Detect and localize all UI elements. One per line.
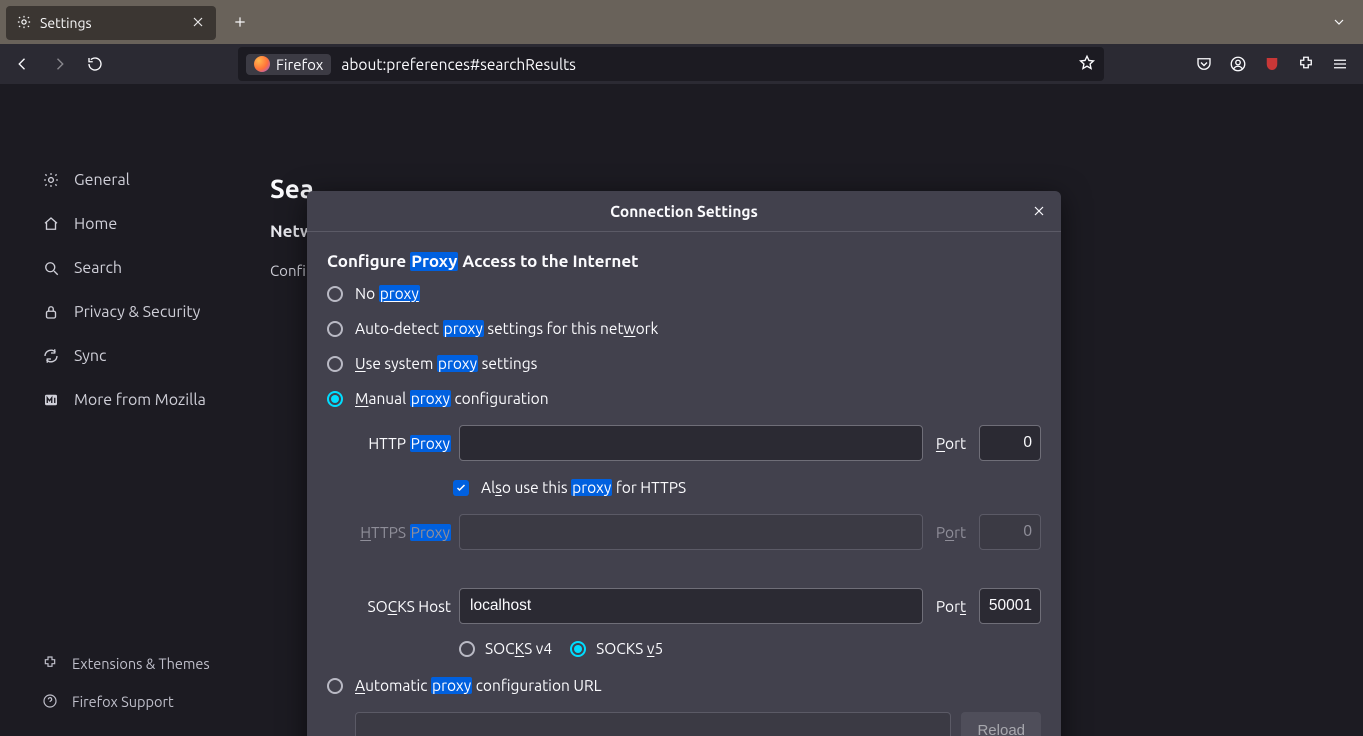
proxy-option-label: No proxy: [355, 285, 420, 302]
radio-selected-icon: [570, 641, 586, 657]
ublock-icon[interactable]: [1255, 48, 1289, 80]
url-text: about:preferences#searchResults: [341, 56, 576, 73]
preferences-page: General Home Search Privacy & Security S…: [0, 84, 1363, 736]
sidebar-item-label: More from Mozilla: [74, 391, 206, 409]
proxy-option-label: Auto-detect proxy settings for this netw…: [355, 320, 658, 337]
dialog-title-bar: Connection Settings: [307, 191, 1061, 232]
radio-icon: [459, 641, 475, 657]
proxy-option-system[interactable]: Use system proxy settings: [327, 355, 1041, 372]
tab-close-icon[interactable]: [190, 14, 206, 33]
proxy-option-none[interactable]: No proxy: [327, 285, 1041, 302]
sidebar-item-label: Sync: [74, 347, 106, 365]
radio-selected-icon: [327, 391, 343, 407]
socks-v4-option[interactable]: SOCKS v4: [459, 640, 552, 657]
https-proxy-input: [459, 514, 923, 550]
preferences-sidebar-footer: Extensions & Themes Firefox Support: [38, 644, 278, 720]
also-use-https-label: Also use this proxy for HTTPS: [481, 479, 686, 496]
sidebar-item-label: Privacy & Security: [74, 303, 200, 321]
firefox-logo-icon: [254, 56, 270, 72]
dialog-section-title: Configure Proxy Access to the Internet: [327, 252, 1041, 271]
app-menu-icon[interactable]: [1323, 48, 1357, 80]
socks-port-input[interactable]: [979, 588, 1041, 624]
pac-url-input: [355, 712, 951, 736]
sidebar-item-more-mozilla[interactable]: More from Mozilla: [38, 378, 258, 422]
socks-host-input[interactable]: [459, 588, 923, 624]
back-button[interactable]: [6, 48, 40, 80]
bookmark-star-icon[interactable]: [1078, 54, 1096, 75]
http-proxy-label: HTTP Proxy: [341, 435, 453, 452]
gear-icon: [16, 14, 32, 33]
http-port-label: Port: [929, 435, 973, 452]
proxy-option-autodetect[interactable]: Auto-detect proxy settings for this netw…: [327, 320, 1041, 337]
proxy-option-label: Manual proxy configuration: [355, 390, 549, 407]
sidebar-item-label: Firefox Support: [72, 693, 174, 710]
tab-strip: Settings: [0, 0, 1363, 44]
proxy-option-manual[interactable]: Manual proxy configuration: [327, 390, 1041, 407]
socks-v5-option[interactable]: SOCKS v5: [570, 640, 663, 657]
https-port-label: Port: [929, 524, 973, 541]
new-tab-button[interactable]: [224, 6, 256, 38]
sidebar-item-sync[interactable]: Sync: [38, 334, 258, 378]
manual-proxy-form: HTTP Proxy Port Also use this proxy for …: [341, 425, 1041, 657]
sidebar-item-search[interactable]: Search: [38, 246, 258, 290]
http-port-input[interactable]: [979, 425, 1041, 461]
proxy-option-label: Use system proxy settings: [355, 355, 537, 372]
tab-title: Settings: [40, 15, 190, 31]
sidebar-item-privacy[interactable]: Privacy & Security: [38, 290, 258, 334]
dialog-title: Connection Settings: [610, 203, 758, 220]
sidebar-item-extensions[interactable]: Extensions & Themes: [38, 644, 278, 682]
reload-button[interactable]: [78, 48, 112, 80]
sidebar-item-general[interactable]: General: [38, 158, 258, 202]
preferences-sidebar: General Home Search Privacy & Security S…: [38, 158, 258, 422]
page-section-desc: Confi: [270, 262, 306, 279]
url-bar[interactable]: Firefox about:preferences#searchResults: [238, 47, 1104, 81]
connection-settings-dialog: Connection Settings Configure Proxy Acce…: [307, 191, 1061, 736]
https-proxy-label: HTTPS Proxy: [341, 524, 453, 541]
dialog-body: Configure Proxy Access to the Internet N…: [307, 232, 1061, 736]
all-tabs-button[interactable]: [1321, 14, 1357, 30]
account-icon[interactable]: [1221, 48, 1255, 80]
radio-icon: [327, 321, 343, 337]
also-use-https-row[interactable]: Also use this proxy for HTTPS: [453, 479, 1041, 496]
sidebar-item-home[interactable]: Home: [38, 202, 258, 246]
identity-chip[interactable]: Firefox: [246, 54, 331, 75]
sidebar-item-label: Home: [74, 215, 117, 233]
identity-label: Firefox: [276, 56, 323, 73]
radio-icon: [327, 286, 343, 302]
sidebar-item-label: Extensions & Themes: [72, 655, 210, 672]
socks-port-label: Port: [929, 598, 973, 615]
socks-host-label: SOCKS Host: [341, 598, 453, 615]
radio-icon: [327, 356, 343, 372]
sidebar-item-label: General: [74, 171, 130, 189]
sidebar-item-label: Search: [74, 259, 122, 277]
radio-icon: [327, 678, 343, 694]
pocket-icon[interactable]: [1187, 48, 1221, 80]
proxy-option-label: Automatic proxy configuration URL: [355, 677, 602, 694]
extensions-icon[interactable]: [1289, 48, 1323, 80]
dialog-close-button[interactable]: [1025, 197, 1053, 225]
sidebar-item-support[interactable]: Firefox Support: [38, 682, 278, 720]
http-proxy-input[interactable]: [459, 425, 923, 461]
tab-settings[interactable]: Settings: [6, 6, 216, 40]
pac-reload-button: Reload: [961, 712, 1041, 736]
checkbox-checked-icon: [453, 480, 469, 496]
https-port-input: [979, 514, 1041, 550]
nav-toolbar: Firefox about:preferences#searchResults: [0, 44, 1363, 84]
forward-button[interactable]: [42, 48, 76, 80]
proxy-option-pac[interactable]: Automatic proxy configuration URL: [327, 677, 1041, 694]
